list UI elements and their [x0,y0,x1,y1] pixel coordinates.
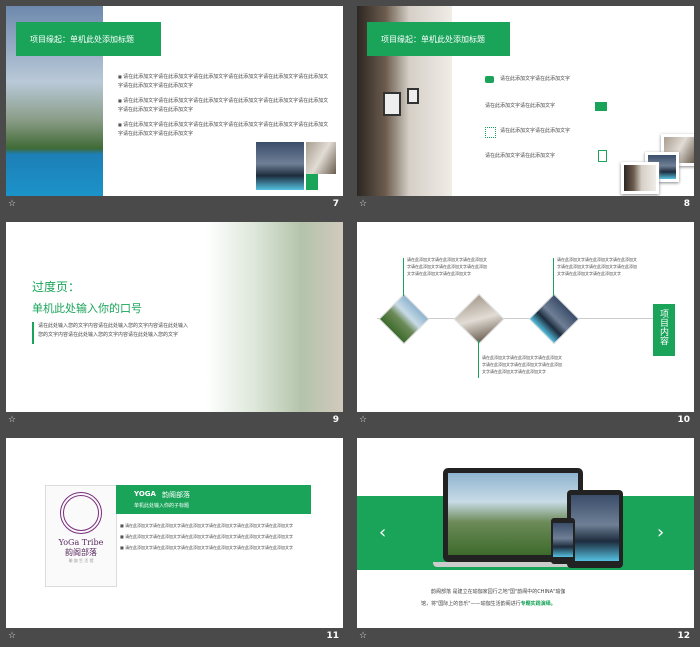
monitor-shape [407,88,419,104]
bullet-item: 请在此添加文字请在此添加文字请在此添加文字请在此添加文字请在此添加文字请在此添加… [118,72,330,91]
slide-number: 9 [332,415,339,425]
bullet-item: 请在此添加文字请在此添加文字请在此添加文字请在此添加文字请在此添加文字请在此添加… [120,522,310,529]
star-icon: ☆ [359,199,368,209]
slide-number: 10 [677,415,690,425]
slide-7-footer: ☆ 7 [6,197,343,215]
list-item: 请在此添加文字请在此添加文字 [485,153,556,159]
bullet-item: 请在此添加文字请在此添加文字请在此添加文字请在此添加文字请在此添加文字请在此添加… [120,533,310,540]
star-icon: ☆ [359,415,368,425]
bullet-item: 请在此添加文字请在此添加文字请在此添加文字请在此添加文字请在此添加文字请在此添加… [118,96,330,115]
tablet-mockup [567,490,623,568]
timeline-text: 请在此添加文字请在此添加文字请在此添加文字请在此添加文字请在此添加文字请在此添加… [407,257,487,276]
body-text: 请在此处输入您的文字内容请在此处输入您的文字内容请在此处输入您的文字内容请在此处… [38,323,189,338]
slide-10[interactable]: 请在此添加文字请在此添加文字请在此添加文字请在此添加文字请在此添加文字请在此添加… [357,222,694,412]
section-label-box: 项目内容 [653,304,675,356]
star-icon: ☆ [8,631,17,641]
grid-icon [485,127,496,138]
monitor-shape [383,92,401,116]
slide-title: 项目缘起：单机此处添加标题 [381,35,485,44]
subheading: 单机此处输入你的口号 [32,302,142,315]
timeline-text: 请在此添加文字请在此添加文字请在此添加文字请在此添加文字请在此添加文字请在此添加… [557,257,637,276]
connector [403,258,404,296]
document-icon [598,150,607,162]
section-label: 项目内容 [658,309,668,345]
tablet-screen [571,495,619,561]
logo-cn: 韵阁部落 [65,548,97,557]
bullet-item: 请在此添加文字请在此添加文字请在此添加文字请在此添加文字请在此添加文字请在此添加… [120,544,310,551]
slide-number: 8 [683,199,690,209]
caption-highlight: 专题实践演绎。 [520,601,556,607]
slide-number: 11 [326,631,339,641]
chat-icon [485,76,494,83]
list-item: 请在此添加文字请在此添加文字 [500,76,571,82]
star-icon: ☆ [8,199,17,209]
caption-line-2: 馆，将"国际上的音乐"——瑜伽生活韵阁进行专题实践演绎。 [421,600,556,607]
logo-text: YoGa Tribe [58,538,104,547]
faded-building-photo [206,222,343,412]
title-prefix: YOGA [134,490,156,498]
night-pool-photo [256,142,304,190]
slide-8-footer: ☆ 8 [357,197,694,215]
title-bar: YOGA 韵阁部落 单机此处输入你的子标题 [116,485,311,514]
slide-10-footer: ☆ 10 [357,413,694,431]
bullet-list: 请在此添加文字请在此添加文字请在此添加文字请在此添加文字请在此添加文字请在此添加… [118,72,330,139]
logo-mark [60,492,102,534]
bullet-item: 请在此添加文字请在此添加文字请在此添加文字请在此添加文字请在此添加文字请在此添加… [118,120,330,139]
phone-mockup [551,518,575,564]
diamond-photo [453,293,505,345]
title-banner: 项目缘起：单机此处添加标题 [367,22,510,56]
title-banner: 项目缘起：单机此处添加标题 [16,22,161,56]
slide-12[interactable]: ‹ › 韵阁部落 是建立在瑜伽家园行之地"国"韵阁中的CHINA"瑜伽 馆，将"… [357,438,694,628]
star-icon: ☆ [359,631,368,641]
connector [478,340,479,378]
slide-9[interactable]: 过度页： 单机此处输入你的口号 请在此处输入您的文字内容请在此处输入您的文字内容… [6,222,343,412]
slide-title: 韵阁部落 [162,491,190,499]
bullet-list: 请在此添加文字请在此添加文字请在此添加文字请在此添加文字请在此添加文字请在此添加… [120,522,310,551]
list-item: 请在此添加文字请在此添加文字 [485,103,556,109]
chevron-left-icon[interactable]: ‹ [379,522,386,543]
caption-line: 韵阁部落 是建立在瑜伽家园行之地"国"韵阁中的CHINA"瑜伽 [431,589,566,595]
star-icon: ☆ [8,415,17,425]
interior-photo [306,142,336,174]
phone-screen [553,523,573,557]
slide-8[interactable]: 项目缘起：单机此处添加标题 请在此添加文字请在此添加文字 请在此添加文字请在此添… [357,6,694,196]
slide-number: 7 [332,199,339,209]
diamond-photo [528,293,580,345]
card-icon [595,102,607,111]
slide-9-footer: ☆ 9 [6,413,343,431]
slide-12-footer: ☆ 12 [357,629,694,647]
caption-text: 馆，将"国际上的音乐"——瑜伽生活韵阁进行 [421,601,521,607]
diamond-photo [378,293,430,345]
logo-tag: 瑜 伽 生 活 馆 [68,558,94,563]
slide-11[interactable]: YoGa Tribe 韵阁部落 瑜 伽 生 活 馆 YOGA 韵阁部落 单机此处… [6,438,343,628]
slide-subtitle: 单机此处输入你的子标题 [134,503,190,509]
heading: 过度页： [32,280,81,294]
slide-11-footer: ☆ 11 [6,629,343,647]
chevron-right-icon[interactable]: › [657,522,664,543]
slide-number: 12 [677,631,690,641]
stacked-photo [621,162,659,194]
green-square [306,174,318,190]
list-item: 请在此添加文字请在此添加文字 [500,128,571,134]
divider [32,322,34,344]
slide-title: 项目缘起：单机此处添加标题 [30,35,134,44]
logo-box: YoGa Tribe 韵阁部落 瑜 伽 生 活 馆 [45,485,117,587]
slide-7[interactable]: 项目缘起：单机此处添加标题 请在此添加文字请在此添加文字请在此添加文字请在此添加… [6,6,343,196]
connector [553,258,554,296]
timeline-text: 请在此添加文字请在此添加文字请在此添加文字请在此添加文字请在此添加文字请在此添加… [482,355,562,374]
